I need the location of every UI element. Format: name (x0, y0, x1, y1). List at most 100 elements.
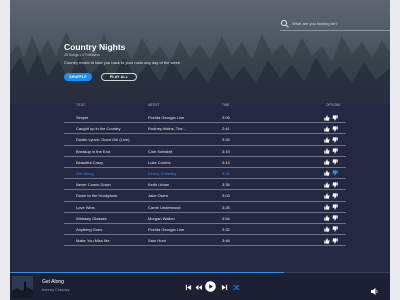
thumbs-down-icon[interactable] (332, 114, 338, 121)
track-options (324, 226, 340, 232)
track-artist: Rodney Atkins, The... (148, 126, 186, 132)
track-options (324, 159, 340, 165)
track-time: 3:05 (222, 115, 230, 120)
track-title: Down to the Honkytonk (76, 193, 118, 199)
track-artist: Luke Combs (148, 159, 171, 165)
playlist-meta: 18 Songs • 4 Followers (64, 53, 100, 57)
table-row[interactable]: Get Along Kenny Chesney 3:31 (64, 168, 346, 180)
track-options (324, 126, 340, 132)
table-row[interactable]: Love Wins Carrie Underwood 3:26 (64, 202, 346, 213)
rewind-button[interactable] (194, 282, 202, 292)
search-input[interactable] (292, 18, 387, 29)
thumbs-down-icon[interactable] (332, 170, 338, 177)
table-row[interactable]: Dustin Lynch: Good Girl (Live) 3:26 (64, 134, 346, 146)
track-artist: Cole Swindell (148, 148, 173, 154)
thumbs-down-icon[interactable] (332, 159, 338, 165)
table-header: TITLE ARTIST TIME OPTIONS (64, 103, 346, 111)
thumbs-down-icon[interactable] (332, 137, 338, 143)
table-row[interactable]: Breakup in the End Cole Swindell 3:19 (64, 146, 346, 157)
thumbs-down-icon[interactable] (332, 126, 338, 132)
thumbs-up-icon[interactable] (324, 170, 330, 177)
table-row[interactable]: Anything Goes Florida Georgia Line 3:32 (64, 224, 346, 236)
thumbs-down-icon[interactable] (332, 193, 338, 199)
shuffle-button[interactable]: SHUFFLE (64, 73, 92, 81)
playlist-description: Country music to take you back to your r… (64, 60, 181, 65)
now-playing-title: Get Along (42, 279, 64, 285)
app-window: Country Nights 18 Songs • 4 Followers Co… (10, 0, 390, 300)
thumbs-up-icon[interactable] (324, 215, 330, 221)
thumbs-up-icon[interactable] (324, 148, 330, 154)
track-time: 2:41 (222, 126, 230, 132)
track-time: 3:19 (222, 148, 230, 154)
track-title: Breakup in the End (76, 148, 111, 154)
thumbs-up-icon[interactable] (324, 193, 330, 199)
table-row[interactable]: Caught up in the Country Rodney Atkins, T… (64, 123, 346, 135)
table-row[interactable]: Down to the Honkytonk Jake Owen 3:03 (64, 190, 346, 202)
track-list: Simple Florida Georgia Line 3:05 Caught up … (64, 112, 346, 247)
thumbs-down-icon[interactable] (332, 204, 338, 210)
search-icon (281, 20, 289, 28)
track-title: Anything Goes (76, 226, 103, 232)
header-title: TITLE (76, 103, 85, 107)
thumbs-down-icon[interactable] (332, 215, 338, 221)
track-title: Caught up in the Country (76, 126, 121, 132)
now-playing-artist: Kenney Chesney (42, 288, 70, 292)
thumbs-up-icon[interactable] (324, 237, 330, 244)
shuffle-icon (232, 284, 240, 290)
track-artist: Jake Owen (148, 193, 169, 199)
track-title: Dustin Lynch: Good Girl (Live) (76, 137, 130, 143)
table-row[interactable]: Simple Florida Georgia Line 3:05 (64, 112, 346, 124)
volume-button[interactable] (370, 283, 379, 295)
track-time: 3:46 (222, 238, 230, 244)
track-title: Never Comin Down (76, 182, 111, 188)
track-time: 3:31 (222, 170, 230, 176)
track-options (324, 237, 340, 244)
table-row[interactable]: Never Comin Down Keith Urban 3:35 (64, 179, 346, 191)
thumbs-down-icon[interactable] (332, 148, 338, 154)
thumbs-up-icon[interactable] (324, 137, 330, 143)
table-row[interactable]: Whiskey Glasses Morgan Wallen 3:54 (64, 213, 346, 224)
previous-icon (185, 284, 191, 290)
track-time: 3:26 (222, 204, 230, 210)
track-options (324, 193, 340, 199)
playlist-title: Country Nights (64, 42, 126, 52)
play-pause-button[interactable] (205, 281, 216, 292)
next-button[interactable] (220, 282, 228, 292)
track-artist: Florida Georgia Line (148, 226, 185, 232)
table-row[interactable]: Beautiful Crazy Luke Combs 3:13 (64, 157, 346, 168)
search-bar[interactable] (280, 18, 390, 31)
track-time: 3:32 (222, 226, 230, 232)
track-options (324, 215, 340, 221)
header-time: TIME (222, 103, 230, 107)
track-options (324, 170, 340, 177)
thumbs-up-icon[interactable] (324, 182, 330, 188)
play-all-button[interactable]: PLAY ALL (101, 73, 137, 81)
track-title: Get Along (76, 170, 94, 176)
thumbs-up-icon[interactable] (324, 126, 330, 132)
track-artist: Carrie Underwood (148, 204, 181, 210)
next-icon (221, 284, 227, 290)
track-time: 3:13 (222, 159, 230, 165)
track-title: Simple (76, 115, 89, 120)
thumbs-up-icon[interactable] (324, 226, 330, 232)
table-row[interactable]: Make You Miss Me Sam Hunt 3:46 (64, 235, 346, 247)
thumbs-down-icon[interactable] (332, 182, 338, 188)
track-title: Whiskey Glasses (76, 215, 107, 221)
track-options (324, 182, 340, 188)
thumbs-up-icon[interactable] (324, 114, 330, 121)
thumbs-up-icon[interactable] (324, 159, 330, 165)
volume-icon (371, 288, 378, 295)
track-time: 3:54 (222, 215, 230, 221)
track-artist: Keith Urban (148, 182, 170, 188)
thumbs-down-icon[interactable] (332, 237, 338, 244)
track-time: 3:26 (222, 137, 230, 143)
shuffle-toggle[interactable] (232, 282, 240, 292)
thumbs-up-icon[interactable] (324, 204, 330, 210)
track-artist: Florida Georgia Line (148, 115, 185, 120)
album-art (12, 276, 33, 298)
previous-button[interactable] (184, 282, 192, 292)
track-title: Make You Miss Me (76, 238, 110, 244)
thumbs-down-icon[interactable] (332, 226, 338, 232)
track-options (324, 148, 340, 154)
album-art-image (12, 276, 33, 298)
